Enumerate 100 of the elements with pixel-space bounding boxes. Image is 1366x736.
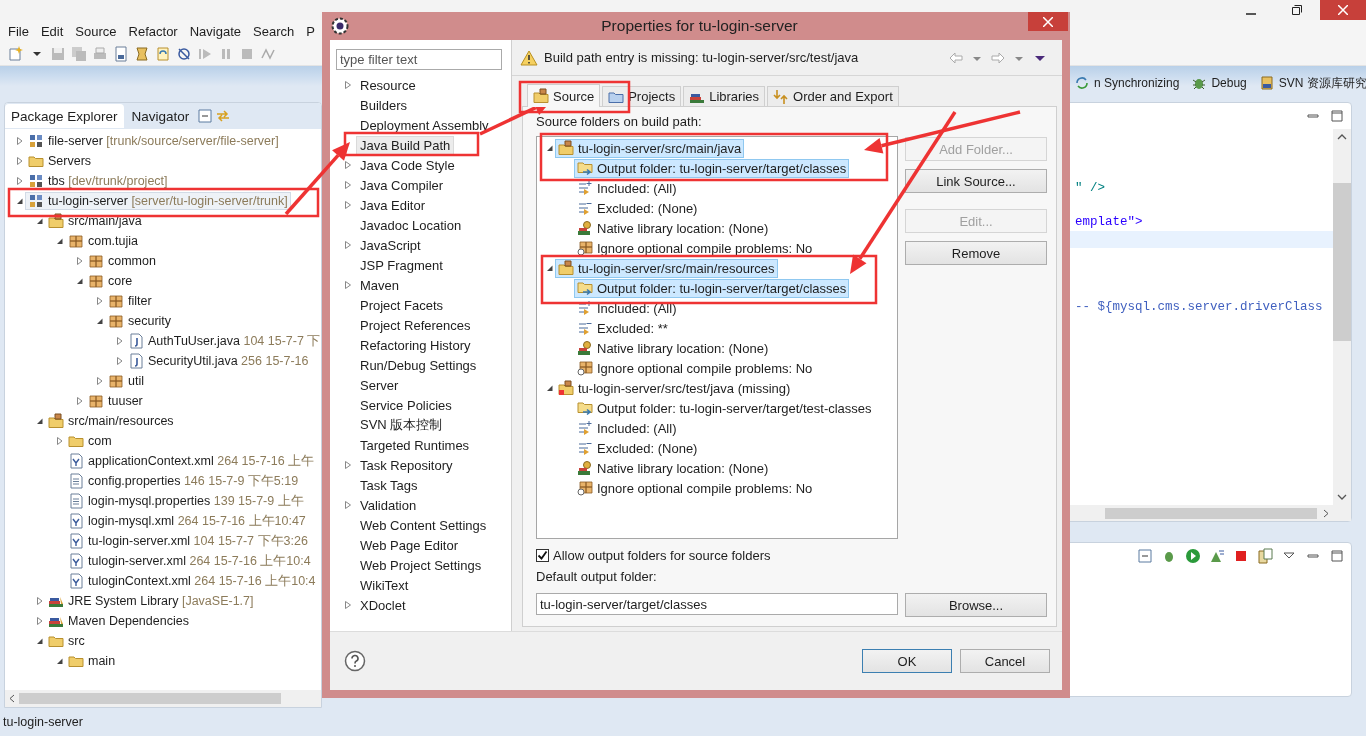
tree-item[interactable]: Native library location: (None) bbox=[574, 218, 772, 238]
nav-item[interactable]: Java Build Path bbox=[356, 135, 455, 155]
menu-item[interactable]: File bbox=[4, 23, 37, 39]
tree-item[interactable]: tu-login-server.xml 104 15-7-7 下午3:26 bbox=[65, 532, 311, 550]
tree-item[interactable]: util bbox=[105, 372, 147, 390]
nav-item[interactable]: WikiText bbox=[356, 575, 413, 595]
nav-item[interactable]: Builders bbox=[356, 95, 411, 115]
nav-item[interactable]: Web Page Editor bbox=[356, 535, 463, 555]
close-button[interactable] bbox=[1028, 12, 1068, 31]
tree-item[interactable]: applicationContext.xml 264 15-7-16 上午 bbox=[65, 452, 318, 470]
nav-item[interactable]: JSP Fragment bbox=[356, 255, 447, 275]
tree-item[interactable]: Excluded: (None) bbox=[574, 438, 701, 458]
nav-item[interactable]: Project Facets bbox=[356, 295, 448, 315]
nav-item[interactable]: Task Tags bbox=[356, 475, 422, 495]
nav-item[interactable]: Validation bbox=[356, 495, 421, 515]
tree-item[interactable]: SecurityUtil.java 256 15-7-16 bbox=[125, 352, 312, 370]
view-tab[interactable]: Navigator bbox=[125, 104, 196, 128]
stop-icon[interactable] bbox=[1233, 548, 1249, 564]
tree-item[interactable]: Excluded: (None) bbox=[574, 198, 701, 218]
maximize-icon[interactable] bbox=[1329, 108, 1345, 124]
tree-item[interactable]: tbs [dev/trunk/project] bbox=[25, 172, 171, 190]
tree-item[interactable]: src/main/resources bbox=[45, 412, 177, 430]
nav-item[interactable]: Java Code Style bbox=[356, 155, 459, 175]
nav-item[interactable]: JavaScript bbox=[356, 235, 425, 255]
nav-item[interactable]: Deployment Assembly bbox=[356, 115, 493, 135]
tree-item[interactable]: Native library location: (None) bbox=[574, 338, 772, 358]
tree-item[interactable]: Maven Dependencies bbox=[45, 612, 192, 630]
tab[interactable]: Libraries bbox=[683, 86, 766, 107]
tree-item[interactable]: Servers bbox=[25, 152, 95, 170]
skip-icon[interactable] bbox=[176, 45, 192, 62]
perspective-button[interactable]: n Synchronizing bbox=[1073, 73, 1181, 93]
nav-item[interactable]: Server bbox=[356, 375, 403, 395]
tree-item[interactable]: Included: (All) bbox=[574, 298, 680, 318]
tree-item[interactable]: tu-login-server/src/main/resources bbox=[555, 258, 778, 278]
nav-item[interactable]: XDoclet bbox=[356, 595, 410, 615]
nav-item[interactable]: Web Content Settings bbox=[356, 515, 491, 535]
nav-item[interactable]: Task Repository bbox=[356, 455, 457, 475]
tree-item[interactable]: tuuser bbox=[85, 392, 146, 410]
filter-field[interactable]: type filter text bbox=[336, 49, 502, 70]
nav-item[interactable]: Resource bbox=[356, 75, 420, 95]
close-button[interactable] bbox=[1320, 0, 1366, 20]
tree-item[interactable]: AuthTuUser.java 104 15-7-7 下 bbox=[125, 332, 321, 350]
nav-item[interactable]: SVN 版本控制 bbox=[356, 415, 447, 435]
collapse-all-icon[interactable] bbox=[197, 108, 214, 124]
nav-item[interactable]: Targeted Runtimes bbox=[356, 435, 474, 455]
tree-item[interactable]: Output folder: tu-login-server/target/classes bbox=[574, 158, 850, 178]
maximize-icon[interactable] bbox=[1329, 548, 1345, 564]
tab[interactable]: Source bbox=[527, 84, 601, 107]
tree-item[interactable]: main bbox=[65, 652, 119, 670]
nav-item[interactable]: Run/Debug Settings bbox=[356, 355, 481, 375]
nav-item[interactable]: Web Project Settings bbox=[356, 555, 486, 575]
tree-item[interactable]: core bbox=[85, 272, 136, 290]
clipboard-icon[interactable] bbox=[1257, 548, 1273, 564]
tree-item[interactable]: tu-login-server/src/main/java bbox=[555, 138, 745, 158]
action-button[interactable]: Remove bbox=[905, 241, 1047, 265]
nav-item[interactable]: Java Compiler bbox=[356, 175, 448, 195]
tab[interactable]: Order and Export bbox=[767, 86, 899, 107]
tree-item[interactable]: login-mysql.xml 264 15-7-16 上午10:47 bbox=[65, 512, 309, 530]
tree-item[interactable]: Ignore optional compile problems: No bbox=[574, 358, 816, 378]
tree-item[interactable]: Ignore optional compile problems: No bbox=[574, 478, 816, 498]
tree-item[interactable]: filter bbox=[105, 292, 155, 310]
tree-item[interactable]: Excluded: ** bbox=[574, 318, 671, 338]
menu-item[interactable]: Edit bbox=[36, 23, 72, 39]
nav-item[interactable]: Service Policies bbox=[356, 395, 456, 415]
checkbox[interactable] bbox=[536, 548, 549, 562]
tree-item[interactable]: com.tujia bbox=[65, 232, 142, 250]
tree-item[interactable]: tu-login-server/src/test/java (missing) bbox=[555, 378, 794, 398]
new-file-icon[interactable] bbox=[8, 45, 24, 62]
tree-item[interactable]: Output folder: tu-login-server/target/classes bbox=[574, 278, 850, 298]
tree-item[interactable]: tulogin-server.xml 264 15-7-16 上午10:4 bbox=[65, 552, 314, 570]
tree-item[interactable]: login-mysql.properties 139 15-7-9 上午 bbox=[65, 492, 307, 510]
tree-item[interactable]: common bbox=[85, 252, 159, 270]
tree-item[interactable]: Included: (All) bbox=[574, 418, 680, 438]
tree-item[interactable]: src bbox=[45, 632, 88, 650]
menu-item[interactable]: Search bbox=[249, 23, 303, 39]
tree-item[interactable]: config.properties 146 15-7-9 下午5:19 bbox=[65, 472, 302, 490]
menu-item[interactable]: Refactor bbox=[124, 23, 186, 39]
tree-item[interactable]: com bbox=[65, 432, 115, 450]
nav-item[interactable]: Javadoc Location bbox=[356, 215, 466, 235]
action-button[interactable]: Link Source... bbox=[905, 169, 1047, 193]
tree-item[interactable]: Output folder: tu-login-server/target/test-classes bbox=[574, 398, 875, 418]
view-tab[interactable]: Package Explorer bbox=[5, 104, 124, 128]
link-icon[interactable] bbox=[215, 108, 232, 124]
print-icon[interactable] bbox=[92, 45, 108, 62]
help-icon[interactable] bbox=[344, 650, 366, 672]
tree-item[interactable]: file-server [trunk/source/server/file-server] bbox=[25, 132, 282, 150]
tree-item[interactable]: Ignore optional compile problems: No bbox=[574, 238, 816, 258]
tree-item[interactable]: tu-login-server [server/tu-login-server/trunk] bbox=[25, 192, 291, 210]
perspective-button[interactable]: SVN 资源库研究 bbox=[1257, 72, 1366, 94]
vertical-scrollbar[interactable] bbox=[1333, 129, 1351, 505]
ok-button[interactable]: OK bbox=[862, 649, 952, 673]
tree-item[interactable]: Native library location: (None) bbox=[574, 458, 772, 478]
nav-item[interactable]: Project References bbox=[356, 315, 475, 335]
nav-item[interactable]: Refactoring History bbox=[356, 335, 475, 355]
tree-item[interactable]: security bbox=[105, 312, 175, 330]
output-folder-field[interactable]: tu-login-server/target/classes bbox=[536, 593, 898, 615]
tree-item[interactable]: src/main/java bbox=[45, 212, 145, 230]
horizontal-scrollbar[interactable] bbox=[5, 690, 321, 707]
tree-item[interactable]: tuloginContext.xml 264 15-7-16 上午10:4 bbox=[65, 572, 319, 590]
nav-item[interactable]: Java Editor bbox=[356, 195, 430, 215]
